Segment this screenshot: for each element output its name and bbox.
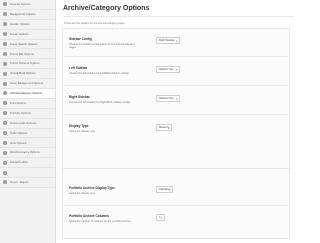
field-label: Display Type	[69, 124, 89, 128]
sidebar-item-label: Header Options	[10, 21, 30, 26]
sidebar-item[interactable]: General Options	[0, 0, 55, 10]
sidebar-item-label: General Options	[10, 2, 31, 7]
chevron-down-icon: ▼	[160, 217, 163, 220]
sidebar-item-label: WooCommerce Options	[10, 150, 40, 155]
sidebar-item-label: Post Options	[10, 100, 27, 105]
sidebar-item[interactable]: WooCommerce Options	[0, 148, 55, 159]
field-description: Select the number of columns for the por…	[69, 220, 132, 223]
portfolio-columns-select[interactable]: 4 ▼	[156, 214, 165, 221]
testimonials-icon	[3, 121, 7, 126]
sidebar-item-label: Team Options	[10, 130, 28, 135]
field-sidebar-config: Sidebar Config Choose the sidebar config…	[63, 33, 289, 57]
right-sidebar-select[interactable]: Sidebar One ▼	[156, 95, 180, 102]
sidebar-config-select[interactable]: Right Sidebar ▼	[156, 37, 180, 44]
options-sidebar: General Options Background Options Header …	[0, 0, 56, 243]
chevron-down-icon: ▼	[168, 189, 171, 192]
main-content: Archive/Category Options These are the o…	[57, 0, 300, 243]
select-value: Right Sidebar	[159, 39, 175, 42]
field-description: Choose the left sidebar for Right/Both s…	[69, 101, 132, 104]
sidebar-item[interactable]: Super Search Options	[0, 40, 55, 50]
chevron-down-icon: ▼	[175, 40, 178, 43]
meta-icon	[3, 71, 7, 76]
palette-icon	[3, 61, 7, 66]
sidebar-item[interactable]: Footer Options	[0, 30, 55, 40]
sidebar-item[interactable]: Testimonials Options	[0, 119, 55, 129]
sidebar-item-label: Testimonials Options	[10, 120, 36, 125]
field-label: Portfolio Archive Columns	[69, 214, 110, 218]
field-label: Left Sidebar	[69, 66, 88, 70]
sidebar-item[interactable]: Global Meta Options	[0, 69, 55, 80]
sidebar-item[interactable]: Social Profiles	[0, 158, 55, 169]
field-label: Right Sidebar	[69, 95, 90, 99]
field-label: Sidebar Config	[69, 37, 92, 41]
options-panel: Sidebar Config Choose the sidebar config…	[62, 28, 290, 239]
page-title: Archive/Category Options	[63, 5, 150, 12]
sidebar-item[interactable]: Import / Export	[0, 178, 55, 188]
field-portfolio-columns: Portfolio Archive Columns Select the num…	[63, 210, 289, 234]
sidebar-item-label: Promo Bar Options	[10, 51, 34, 56]
sidebar-item[interactable]: Promo Bar Options	[0, 49, 55, 60]
search-icon	[3, 42, 7, 46]
sidebar-item-label: Jobs Options	[10, 140, 27, 145]
sidebar-item[interactable]: Team Options	[0, 129, 55, 139]
sidebar-item[interactable]	[0, 168, 55, 179]
field-portfolio-display-type: Portfolio Archive Display Type Select th…	[63, 182, 289, 206]
sidebar-item-label: Portfolio Options	[10, 110, 31, 115]
sidebar-item[interactable]: Portfolio Options	[0, 109, 55, 119]
portfolio-icon	[3, 111, 7, 116]
sidebar-item[interactable]: Post Options	[0, 99, 55, 109]
field-display-type: Display Type Select the display type. Ma…	[63, 120, 289, 144]
sidebar-item[interactable]: Background Options	[0, 10, 55, 20]
field-description: Choose the left sidebar for Left/Both si…	[69, 72, 130, 75]
field-left-sidebar: Left Sidebar Choose the left sidebar for…	[63, 62, 289, 86]
select-value: Sidebar One	[159, 97, 174, 100]
field-label: Portfolio Archive Display Type	[69, 186, 115, 190]
field-description: Choose the sidebar configuration for the…	[69, 43, 135, 50]
archive-icon	[3, 91, 7, 96]
team-icon	[3, 131, 7, 136]
social-icon	[3, 160, 7, 165]
sidebar-item-label: Import / Export	[10, 180, 29, 185]
jobs-icon	[3, 140, 7, 145]
left-sidebar-select[interactable]: Sidebar One ▼	[156, 66, 180, 73]
blank-icon	[3, 170, 7, 175]
import-export-icon	[3, 180, 7, 185]
section-divider	[63, 168, 289, 169]
portfolio-display-type-select[interactable]: Standard ▼	[156, 186, 173, 193]
field-description: Select the display type.	[69, 130, 96, 133]
sidebar-item[interactable]: Jobs Options	[0, 138, 55, 149]
sidebar-item[interactable]: Header Options	[0, 20, 55, 30]
chevron-down-icon: ▼	[175, 69, 178, 72]
cart-icon	[3, 150, 7, 155]
field-right-sidebar: Right Sidebar Choose the left sidebar fo…	[63, 91, 289, 115]
image-icon	[3, 12, 7, 17]
page-description: These are the options for the archive/ca…	[64, 22, 126, 25]
sidebar-item-label: Social Profiles	[10, 160, 28, 165]
chevron-down-icon: ▼	[167, 127, 170, 130]
sidebar-item[interactable]: Colour Scheme Options	[0, 59, 55, 70]
post-icon	[3, 101, 7, 106]
home-icon	[3, 2, 7, 7]
sidebar-item-label: Colour Scheme Options	[10, 61, 40, 66]
promo-icon	[3, 51, 7, 56]
sidebar-item-label: Global Meta Options	[10, 71, 36, 76]
display-type-select[interactable]: Masonry ▼	[156, 124, 172, 131]
select-value: Sidebar One	[159, 68, 174, 71]
sidebar-item-label: Asset Background Options	[10, 81, 44, 86]
sidebar-item-label: Footer Options	[10, 31, 29, 36]
sidebar-item[interactable]: Asset Background Options	[0, 79, 55, 90]
field-description: Select the display type.	[69, 192, 96, 195]
sidebar-item-label: Super Search Options	[10, 41, 38, 46]
sidebar-item[interactable]: Archive/Category Options	[0, 89, 55, 99]
chevron-down-icon: ▼	[175, 98, 178, 101]
sidebar-item-label: Background Options	[10, 11, 36, 16]
footer-icon	[3, 32, 7, 37]
asset-icon	[3, 81, 7, 86]
sidebar-item-label: Archive/Category Options	[10, 91, 42, 96]
header-icon	[3, 22, 7, 27]
title-divider	[63, 16, 294, 17]
